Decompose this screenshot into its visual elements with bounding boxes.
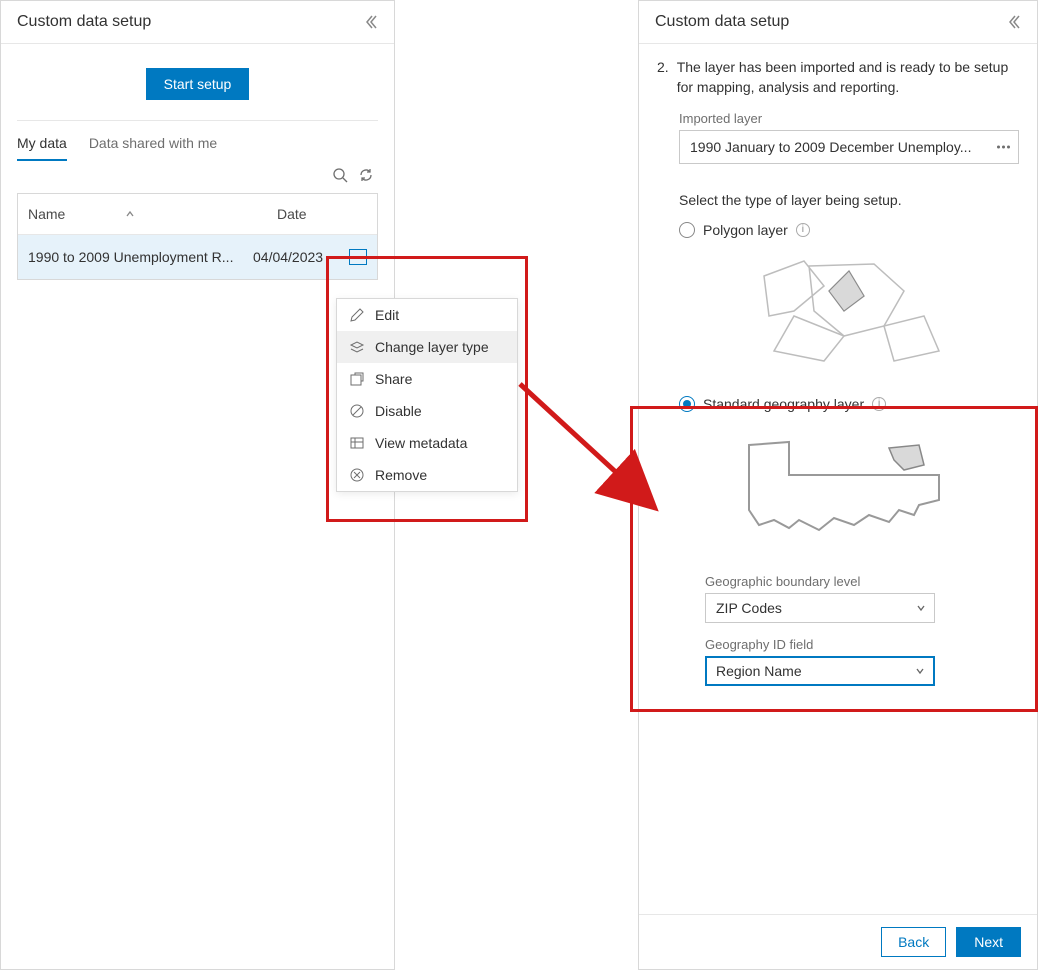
imported-layer-value: 1990 January to 2009 December Unemploy..… (690, 139, 971, 155)
col-date-header[interactable]: Date (277, 206, 367, 222)
left-panel-header: Custom data setup (1, 1, 394, 44)
panel-footer: Back Next (639, 914, 1037, 969)
table-icon (349, 435, 365, 451)
radio-polygon-row[interactable]: Polygon layer i (679, 222, 1019, 238)
list-row[interactable]: 1990 to 2009 Unemployment R... 04/04/202… (18, 235, 377, 279)
standard-geo-illustration (679, 422, 1019, 564)
step-text: The layer has been imported and is ready… (677, 58, 1019, 97)
geo-id-label: Geography ID field (705, 637, 1019, 652)
tabs: My data Data shared with me (1, 121, 394, 161)
chevron-down-icon (916, 603, 926, 613)
menu-edit-label: Edit (375, 307, 399, 323)
tab-my-data[interactable]: My data (17, 135, 67, 161)
panel-title: Custom data setup (655, 13, 789, 31)
col-name-header[interactable]: Name (28, 206, 277, 222)
radio-standard[interactable] (679, 396, 695, 412)
menu-metadata-label: View metadata (375, 435, 467, 451)
row-context-menu: Edit Change layer type Share Disable Vie… (336, 298, 518, 492)
disable-icon (349, 403, 365, 419)
menu-view-metadata[interactable]: View metadata (337, 427, 517, 459)
share-icon (349, 371, 365, 387)
layers-icon (349, 339, 365, 355)
menu-change-label: Change layer type (375, 339, 489, 355)
col-name-label: Name (28, 206, 65, 222)
menu-change-layer-type[interactable]: Change layer type (337, 331, 517, 363)
tab-shared[interactable]: Data shared with me (89, 135, 217, 161)
imported-layer-field[interactable]: 1990 January to 2009 December Unemploy..… (679, 130, 1019, 164)
next-button[interactable]: Next (956, 927, 1021, 957)
search-icon[interactable] (332, 167, 348, 183)
start-setup-row: Start setup (17, 44, 378, 121)
step-description: 2. The layer has been imported and is re… (657, 58, 1019, 97)
menu-disable[interactable]: Disable (337, 395, 517, 427)
radio-polygon[interactable] (679, 222, 695, 238)
collapse-left-icon[interactable] (1005, 14, 1021, 30)
info-icon[interactable]: i (796, 223, 810, 237)
menu-remove[interactable]: Remove (337, 459, 517, 491)
back-button[interactable]: Back (881, 927, 946, 957)
menu-share-label: Share (375, 371, 412, 387)
polygon-illustration (679, 248, 1019, 390)
data-list: Name Date 1990 to 2009 Unemployment R...… (17, 193, 378, 280)
select-layer-type-label: Select the type of layer being setup. (679, 192, 1019, 208)
geo-id-select[interactable]: Region Name (705, 656, 935, 686)
geo-fields: Geographic boundary level ZIP Codes Geog… (705, 574, 1019, 686)
collapse-left-icon[interactable] (362, 14, 378, 30)
right-panel-header: Custom data setup (639, 1, 1037, 44)
geo-boundary-value: ZIP Codes (716, 600, 782, 616)
radio-standard-label: Standard geography layer (703, 396, 864, 412)
more-horizontal-icon[interactable] (997, 146, 1010, 149)
more-horizontal-icon (353, 256, 363, 258)
step-number: 2. (657, 58, 669, 97)
menu-remove-label: Remove (375, 467, 427, 483)
menu-edit[interactable]: Edit (337, 299, 517, 331)
row-name: 1990 to 2009 Unemployment R... (28, 249, 253, 265)
start-setup-button[interactable]: Start setup (146, 68, 250, 100)
radio-standard-row[interactable]: Standard geography layer i (679, 396, 1019, 412)
right-panel-body: 2. The layer has been imported and is re… (639, 44, 1037, 914)
sort-asc-icon (125, 209, 135, 219)
list-toolbar (1, 161, 394, 191)
refresh-icon[interactable] (358, 167, 374, 183)
chevron-down-icon (915, 666, 925, 676)
right-panel: Custom data setup 2. The layer has been … (638, 0, 1038, 970)
row-date: 04/04/2023 (253, 249, 343, 265)
geo-boundary-select[interactable]: ZIP Codes (705, 593, 935, 623)
geo-id-value: Region Name (716, 663, 802, 679)
row-actions-button[interactable] (349, 249, 367, 265)
imported-layer-label: Imported layer (679, 111, 1019, 126)
geo-boundary-label: Geographic boundary level (705, 574, 1019, 589)
menu-share[interactable]: Share (337, 363, 517, 395)
pencil-icon (349, 307, 365, 323)
menu-disable-label: Disable (375, 403, 422, 419)
panel-title: Custom data setup (17, 13, 151, 31)
info-icon[interactable]: i (872, 397, 886, 411)
remove-icon (349, 467, 365, 483)
radio-polygon-label: Polygon layer (703, 222, 788, 238)
list-header: Name Date (18, 194, 377, 235)
